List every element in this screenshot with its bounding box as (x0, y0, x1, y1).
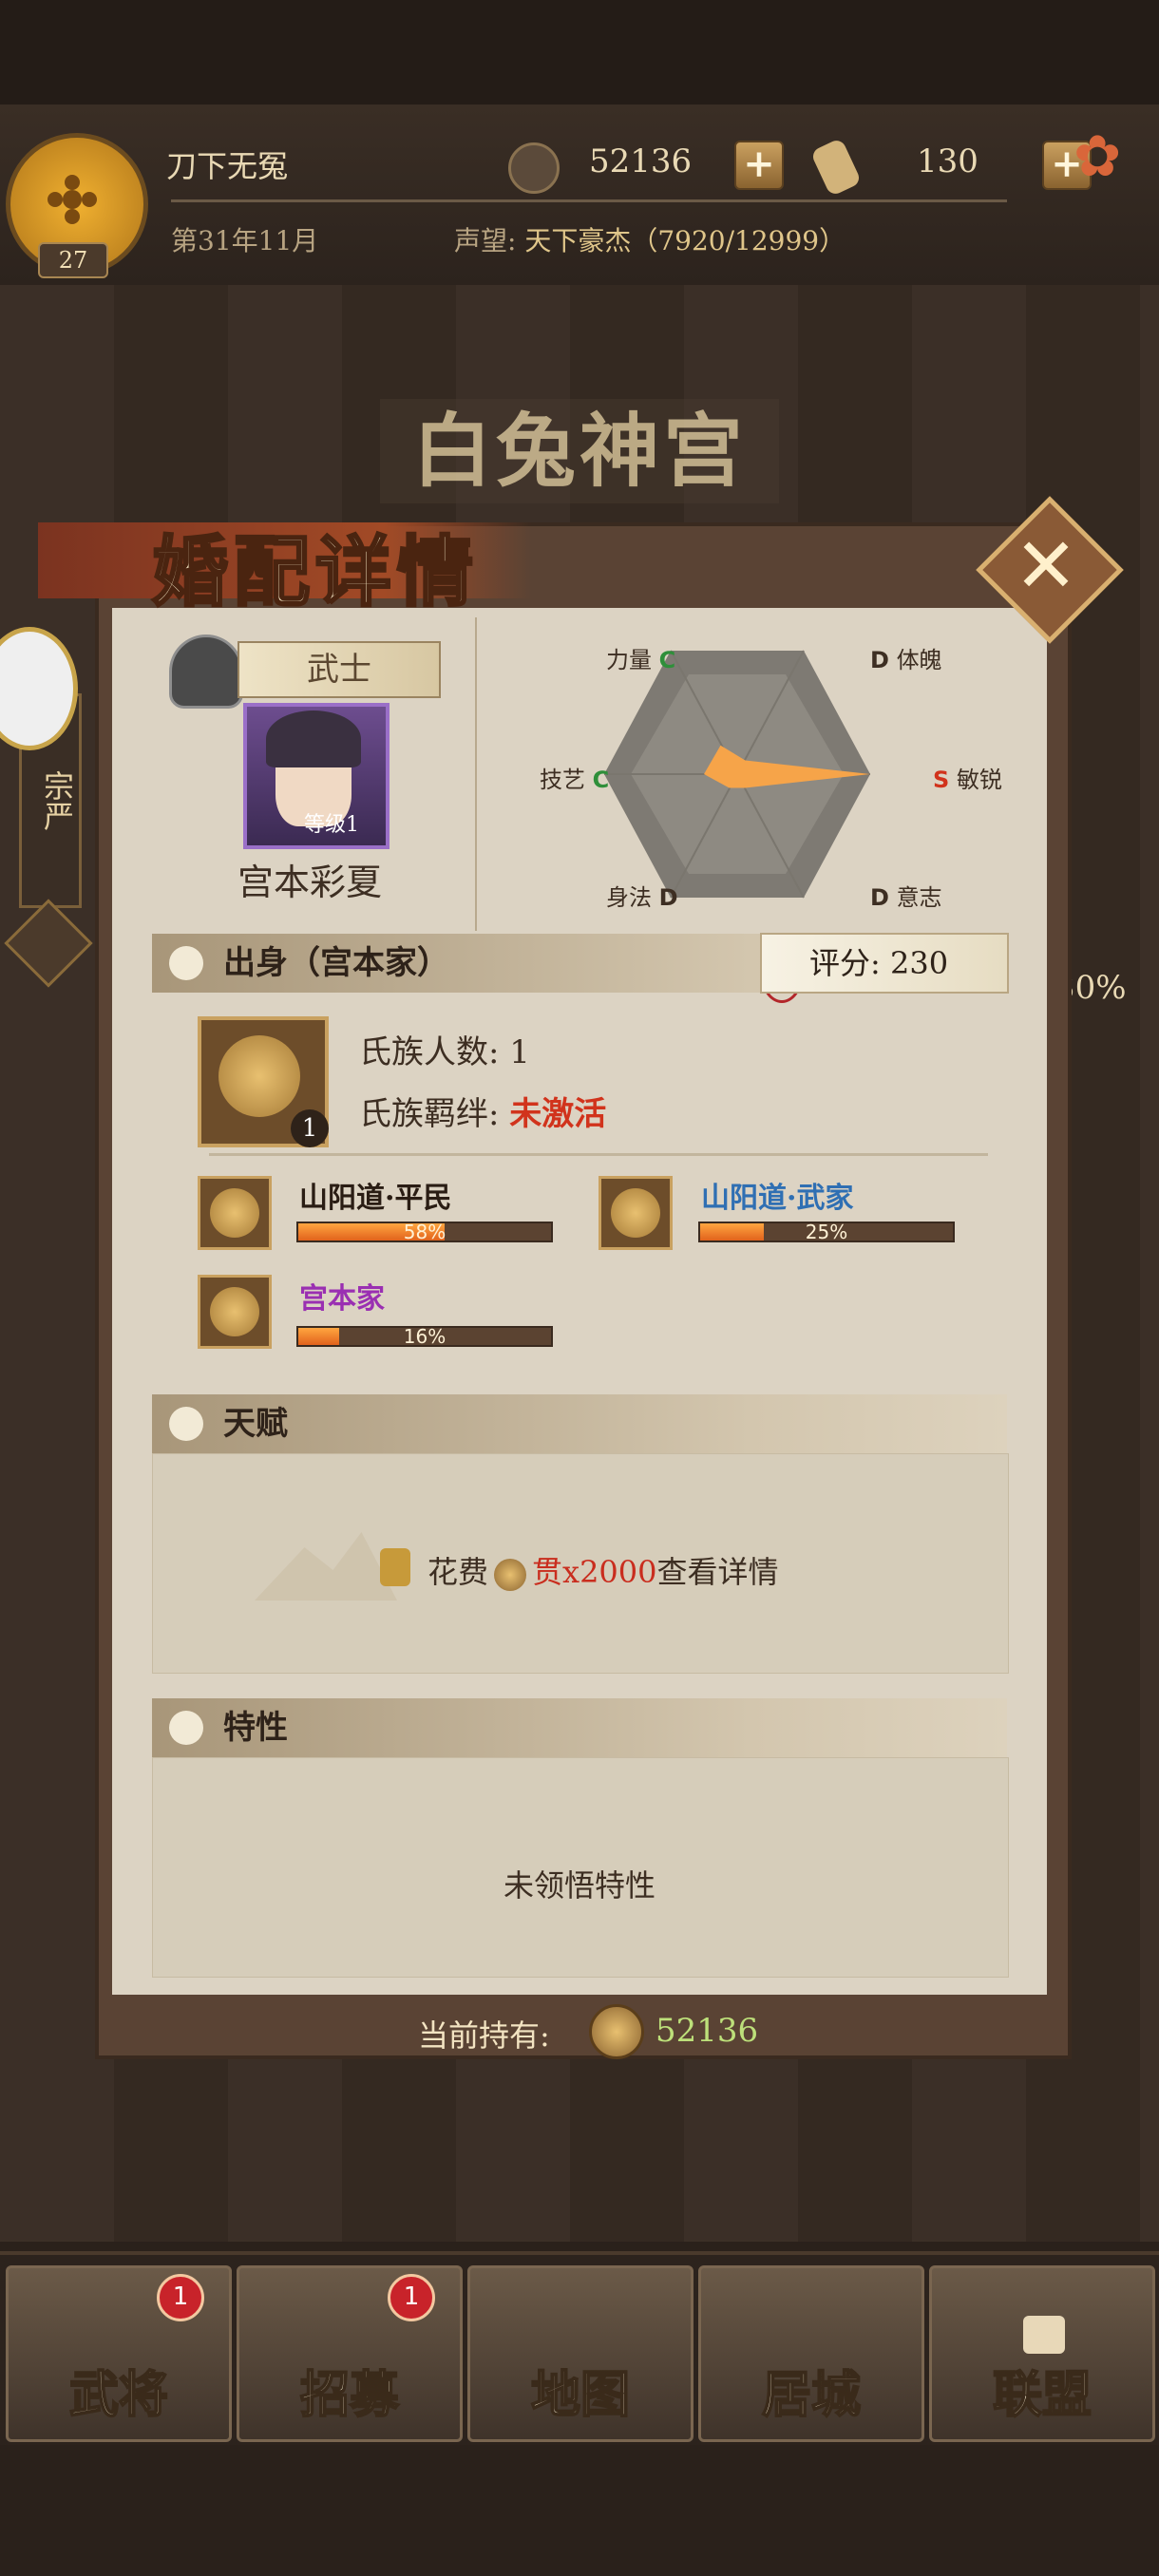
view-talent-button[interactable]: 花费 贯x2000查看详情 (428, 1548, 779, 1592)
cost-prefix: 花费 (428, 1554, 489, 1590)
player-name: 刀下无冤 (166, 148, 289, 184)
nav-badge: 1 (388, 2274, 435, 2321)
resource-value: 130 (917, 142, 978, 180)
trait-title: 特性 (223, 1709, 288, 1747)
bond-name: 山阳道·平民 (299, 1182, 452, 1215)
stat-strength: 力量 C (606, 641, 675, 674)
bond-progress-text: 16% (403, 1325, 446, 1348)
clan-crest-icon (218, 1035, 300, 1117)
nav-label: 联盟 (992, 2365, 1092, 2425)
stat-name: 敏锐 (956, 767, 1002, 793)
top-background (0, 0, 1159, 104)
nav-label: 居城 (761, 2365, 862, 2425)
flower-icon (169, 946, 203, 980)
stat-name: 体魄 (896, 647, 942, 673)
bond-progress-text: 58% (403, 1221, 446, 1243)
maple-leaf-icon: ✿ (1074, 123, 1122, 190)
cost-suffix: 查看详情 (656, 1554, 779, 1590)
stat-radar: 力量 C D 体魄 S 敏锐 D 意志 身法 D 技艺 C (494, 622, 1026, 926)
stat-name: 身法 (606, 884, 652, 911)
bond-progress-bar: 16% (296, 1326, 553, 1347)
stat-grade: D (870, 647, 889, 673)
stat-grade: C (592, 767, 610, 793)
close-icon[interactable]: ✕ (1013, 521, 1079, 611)
bond-progress-text: 25% (805, 1221, 848, 1243)
player-level-badge: 27 (38, 242, 108, 278)
nav-generals[interactable]: 1 武将 (6, 2265, 232, 2442)
bond-progress-bar: 58% (296, 1222, 553, 1242)
bond-crest-icon (198, 1176, 272, 1250)
coin-icon (494, 1558, 527, 1591)
stat-agility: 身法 D (606, 879, 678, 912)
score-box: 评分: 230 (760, 933, 1009, 994)
nav-label: 招募 (299, 2365, 400, 2425)
stat-physique: D 体魄 (870, 641, 942, 674)
game-date: 第31年11月 (171, 225, 319, 256)
vertical-divider (475, 617, 477, 931)
stat-name: 技艺 (540, 767, 585, 793)
nav-badge: 1 (157, 2274, 204, 2321)
clan-bond-row: 氏族羁绊: 未激活 (359, 1088, 606, 1134)
trait-section-header: 特性 (152, 1698, 1007, 1757)
clan-count-value: 1 (509, 1033, 530, 1071)
talent-section-header: 天赋 (152, 1394, 1007, 1453)
stat-grade: S (933, 767, 950, 793)
bond-name: 山阳道·武家 (701, 1182, 854, 1215)
trait-empty-text: 未领悟特性 (503, 1867, 656, 1904)
stat-grade: D (658, 884, 678, 911)
coin-icon (508, 142, 560, 194)
score-label: 评分: (809, 945, 881, 981)
holding-value: 52136 (656, 2012, 759, 2050)
nav-label: 地图 (530, 2365, 631, 2425)
origin-title: 出身（宫本家） (223, 944, 449, 982)
holding-label: 当前持有: (418, 2017, 550, 2054)
stat-name: 力量 (606, 647, 652, 673)
talent-title: 天赋 (223, 1405, 288, 1443)
bond-crest-icon (198, 1275, 272, 1349)
clan-count-label: 氏族人数: (359, 1033, 500, 1071)
hud-divider (171, 199, 1007, 202)
nav-recruit[interactable]: 1 招募 (237, 2265, 463, 2442)
stat-grade: D (870, 884, 889, 911)
clan-bond-label: 氏族羁绊: (359, 1095, 500, 1133)
character-name: 宫本彩夏 (238, 862, 383, 903)
nav-label: 武将 (68, 2365, 169, 2425)
stat-acuity: S 敏锐 (933, 761, 1002, 794)
nav-castle[interactable]: 居城 (698, 2265, 924, 2442)
portrait-level: 等级1 (304, 813, 359, 837)
score-value: 230 (889, 945, 949, 981)
lock-icon (1023, 2316, 1065, 2354)
talent-icon (169, 1407, 203, 1441)
coin-value: 52136 (589, 142, 693, 180)
clan-bond-status: 未激活 (509, 1095, 607, 1133)
fame-display: 声望: 天下豪杰（7920/12999） (454, 220, 846, 258)
modal-title: 婚配详情 (151, 526, 479, 618)
add-coins-button[interactable]: + (734, 141, 784, 190)
bond-crest-icon (598, 1176, 673, 1250)
stat-will: D 意志 (870, 879, 942, 912)
stat-name: 意志 (896, 884, 942, 911)
fame-value: 天下豪杰（7920/12999） (524, 225, 846, 256)
flower-crest-icon (48, 175, 97, 224)
clan-count-badge: 1 (291, 1109, 329, 1147)
nav-alliance[interactable]: 联盟 (929, 2265, 1155, 2442)
bond-progress-bar: 25% (698, 1222, 955, 1242)
location-title: 白兔神宫 (380, 399, 779, 503)
stat-grade: C (658, 647, 676, 673)
helmet-icon (169, 635, 243, 709)
class-tag: 武士 (238, 641, 441, 698)
coin-icon (589, 2004, 644, 2059)
stat-skill: 技艺 C (540, 761, 609, 794)
nav-map[interactable]: 地图 (467, 2265, 694, 2442)
fame-label: 声望: (454, 225, 517, 256)
bond-name: 宫本家 (299, 1282, 385, 1316)
lock-icon (380, 1548, 410, 1586)
portrait-hair (266, 710, 361, 767)
clan-count-row: 氏族人数: 1 (359, 1026, 530, 1072)
origin-separator (209, 1153, 988, 1156)
trait-icon (169, 1711, 203, 1745)
player-hud (0, 104, 1159, 287)
talent-cost: 贯x2000 (532, 1554, 657, 1590)
